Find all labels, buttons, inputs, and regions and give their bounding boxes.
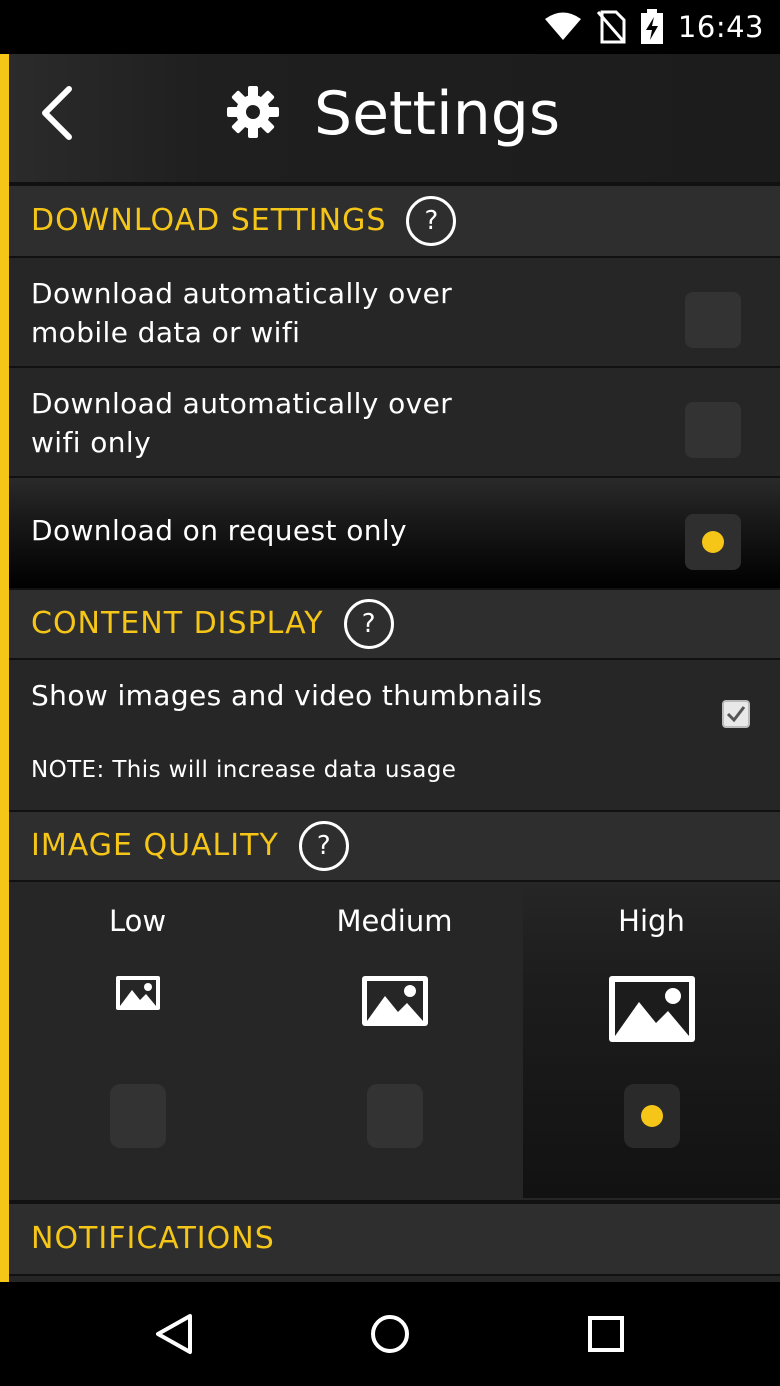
section-title-download: DOWNLOAD SETTINGS bbox=[31, 203, 387, 238]
status-icons: 16:43 bbox=[544, 0, 764, 54]
settings-screen: Settings DOWNLOAD SETTINGS ? Download au… bbox=[0, 54, 780, 1282]
system-nav-bar bbox=[0, 1282, 780, 1386]
nav-recents-button[interactable] bbox=[580, 1308, 632, 1360]
quality-option-high[interactable]: High bbox=[523, 882, 780, 1198]
option-label-line: Download automatically over bbox=[31, 387, 453, 420]
radio-quality-high[interactable] bbox=[623, 1084, 680, 1148]
recents-square-icon bbox=[588, 1316, 624, 1352]
image-icon-medium bbox=[361, 976, 428, 1026]
gear-icon bbox=[227, 86, 279, 138]
image-quality-selector: Low Medium High bbox=[9, 882, 780, 1202]
show-thumbnails-label: Show images and video thumbnails bbox=[31, 679, 543, 712]
home-circle-icon bbox=[371, 1315, 409, 1353]
download-option-mobile-or-wifi[interactable]: Download automatically over mobile data … bbox=[9, 258, 780, 368]
option-label-line: mobile data or wifi bbox=[31, 316, 301, 349]
section-header-image-quality: IMAGE QUALITY ? bbox=[9, 810, 780, 882]
show-thumbnails-row[interactable]: Show images and video thumbnails NOTE: T… bbox=[9, 660, 780, 812]
quality-option-medium[interactable]: Medium bbox=[266, 882, 523, 1198]
quality-label: Medium bbox=[336, 904, 453, 938]
app-header: Settings bbox=[9, 54, 780, 184]
radio-selected-dot bbox=[702, 531, 724, 553]
status-bar: 16:43 bbox=[0, 0, 780, 54]
section-header-notifications: NOTIFICATIONS bbox=[9, 1202, 780, 1276]
download-option-wifi-only[interactable]: Download automatically over wifi only bbox=[9, 368, 780, 478]
chevron-left-icon bbox=[42, 86, 72, 140]
wifi-icon bbox=[544, 12, 581, 40]
status-time: 16:43 bbox=[677, 10, 764, 44]
checkmark-icon bbox=[726, 706, 746, 723]
option-label: Download automatically over wifi only bbox=[31, 384, 452, 462]
section-header-content-display: CONTENT DISPLAY ? bbox=[9, 588, 780, 660]
radio-wifi-only[interactable] bbox=[685, 402, 741, 458]
option-label: Download on request only bbox=[31, 514, 408, 547]
nav-back-button[interactable] bbox=[148, 1308, 200, 1360]
section-title-notifications: NOTIFICATIONS bbox=[31, 1221, 275, 1256]
help-icon: ? bbox=[316, 831, 331, 861]
image-icon-small bbox=[115, 976, 160, 1010]
back-triangle-icon bbox=[156, 1314, 192, 1354]
help-icon: ? bbox=[424, 206, 439, 236]
radio-selected-dot bbox=[640, 1105, 663, 1127]
download-option-on-request[interactable]: Download on request only bbox=[9, 478, 780, 590]
quality-option-low[interactable]: Low bbox=[9, 882, 266, 1198]
page-title: Settings bbox=[314, 79, 561, 149]
nav-home-button[interactable] bbox=[364, 1308, 416, 1360]
accent-strip bbox=[0, 54, 9, 1282]
show-thumbnails-checkbox[interactable] bbox=[722, 700, 750, 728]
image-icon-large bbox=[608, 976, 695, 1042]
radio-on-request[interactable] bbox=[685, 514, 741, 570]
quality-label: Low bbox=[108, 904, 167, 938]
radio-mobile-or-wifi[interactable] bbox=[685, 292, 741, 348]
data-usage-note: NOTE: This will increase data usage bbox=[31, 757, 457, 783]
content-display-help-button[interactable]: ? bbox=[343, 599, 394, 649]
option-label-line: wifi only bbox=[31, 426, 152, 459]
no-sim-icon bbox=[596, 10, 626, 44]
option-label-line: Download automatically over bbox=[31, 277, 453, 310]
option-label: Download automatically over mobile data … bbox=[31, 274, 452, 352]
section-header-download: DOWNLOAD SETTINGS ? bbox=[9, 184, 780, 258]
section-title-content-display: CONTENT DISPLAY bbox=[31, 606, 324, 641]
radio-quality-medium[interactable] bbox=[366, 1084, 423, 1148]
help-icon: ? bbox=[361, 609, 376, 639]
battery-charging-icon bbox=[640, 9, 663, 44]
download-help-button[interactable]: ? bbox=[406, 196, 457, 246]
quality-label: High bbox=[618, 904, 685, 938]
section-title-image-quality: IMAGE QUALITY bbox=[31, 828, 279, 863]
radio-quality-low[interactable] bbox=[109, 1084, 166, 1148]
image-quality-help-button[interactable]: ? bbox=[298, 821, 349, 871]
back-button[interactable] bbox=[31, 82, 83, 144]
